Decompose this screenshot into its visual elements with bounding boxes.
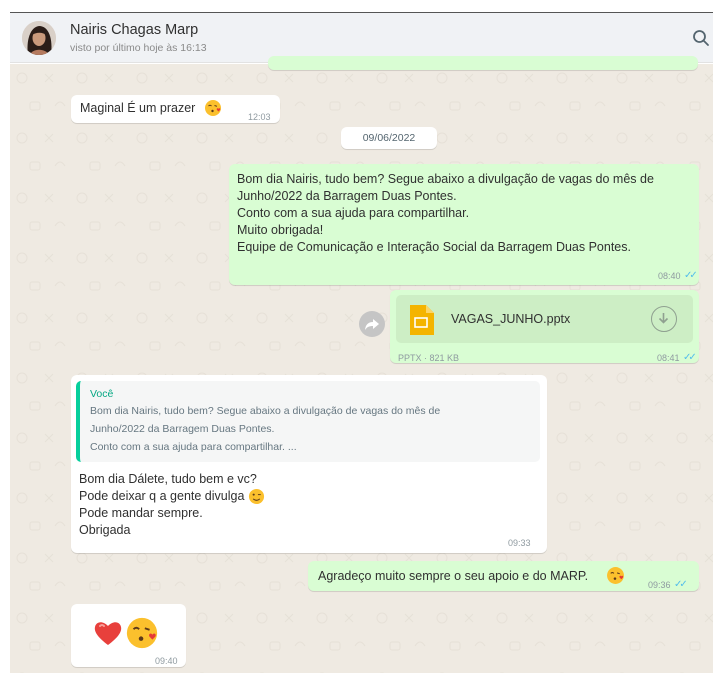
date-divider: 09/06/2022: [341, 127, 437, 149]
message-bubble-partial: [268, 56, 698, 70]
message-line: Bom dia Nairis, tudo bem? Segue abaixo a…: [237, 172, 654, 186]
contact-avatar[interactable]: [22, 21, 56, 55]
pptx-file-icon: [410, 305, 434, 335]
file-message-bubble[interactable]: VAGAS_JUNHO.pptx PPTX · 821 KB 08:41 ✓✓: [390, 290, 699, 363]
kiss-emoji-icon: [126, 617, 158, 649]
message-bubble-outgoing[interactable]: Agradeço muito sempre o seu apoio e do M…: [308, 561, 699, 591]
file-meta: PPTX · 821 KB: [398, 353, 460, 363]
message-time: 12:03: [248, 112, 271, 122]
reply-message-bubble[interactable]: Você Bom dia Nairis, tudo bem? Segue aba…: [71, 375, 547, 553]
last-seen-status: visto por último hoje às 16:13: [70, 42, 207, 54]
file-attachment[interactable]: VAGAS_JUNHO.pptx: [396, 295, 693, 343]
quote-text: Bom dia Nairis, tudo bem? Segue abaixo a…: [90, 402, 440, 456]
message-text: Agradeço muito sempre o seu apoio e do M…: [318, 569, 589, 583]
download-button[interactable]: [651, 306, 677, 332]
message-line: Bom dia Dálete, tudo bem e vc?: [79, 472, 257, 486]
search-icon[interactable]: [692, 29, 710, 47]
message-time: 09:36: [648, 580, 671, 590]
message-line: Obrigada: [79, 523, 131, 538]
message-line-text: Pode deixar q a gente divulga: [79, 489, 245, 503]
wink-emoji-icon: [248, 489, 264, 505]
message-time: 08:41: [657, 353, 680, 363]
forward-button[interactable]: [359, 311, 385, 337]
forward-arrow-icon: [365, 319, 379, 330]
message-line: Pode deixar q a gente divulga: [79, 488, 265, 505]
message-bubble-incoming[interactable]: Maginal É um prazer 12:03: [71, 95, 280, 123]
message-line: Conto com a sua ajuda para compartilhar.: [237, 206, 470, 220]
message-line: Junho/2022 da Barragem Duas Pontes.: [237, 189, 457, 203]
quote-line: Conto com a sua ajuda para compartilhar.…: [90, 441, 297, 453]
emoji-message-bubble[interactable]: 09:40: [71, 604, 186, 667]
read-ticks-icon: ✓✓: [674, 579, 688, 590]
message-line: Pode mandar sempre.: [79, 506, 203, 521]
message-bubble-outgoing[interactable]: Bom dia Nairis, tudo bem? Segue abaixo a…: [229, 164, 699, 285]
quote-line: Junho/2022 da Barragem Duas Pontes.: [90, 423, 275, 435]
quote-author: Você: [90, 388, 114, 400]
message-time: 09:40: [155, 656, 178, 666]
message-line: Equipe de Comunicação e Interação Social…: [237, 240, 631, 254]
message-time: 08:40: [658, 271, 681, 281]
read-ticks-icon: ✓✓: [684, 270, 698, 281]
heart-emoji-icon: [94, 622, 122, 645]
file-name: VAGAS_JUNHO.pptx: [451, 312, 571, 326]
quote-line: Bom dia Nairis, tudo bem? Segue abaixo a…: [90, 405, 441, 417]
message-list[interactable]: Maginal É um prazer 12:03 09/06/2022 Bom…: [10, 56, 713, 673]
contact-name[interactable]: Nairis Chagas Marp: [70, 22, 198, 38]
message-text: Bom dia Nairis, tudo bem? Segue abaixo a…: [237, 171, 654, 256]
message-line: Muito obrigada!: [237, 223, 324, 237]
download-arrow-icon: [658, 313, 669, 324]
read-ticks-icon: ✓✓: [683, 352, 697, 363]
quoted-message[interactable]: Você Bom dia Nairis, tudo bem? Segue aba…: [76, 381, 540, 462]
message-text: Bom dia Dálete, tudo bem e vc? Pode deix…: [79, 471, 265, 539]
message-text: Maginal É um prazer: [80, 101, 196, 115]
whatsapp-chat-window: Nairis Chagas Marp visto por último hoje…: [10, 12, 713, 673]
kiss-emoji-icon: [205, 100, 221, 116]
kiss-emoji-icon: [607, 567, 624, 584]
message-time: 09:33: [508, 538, 531, 548]
